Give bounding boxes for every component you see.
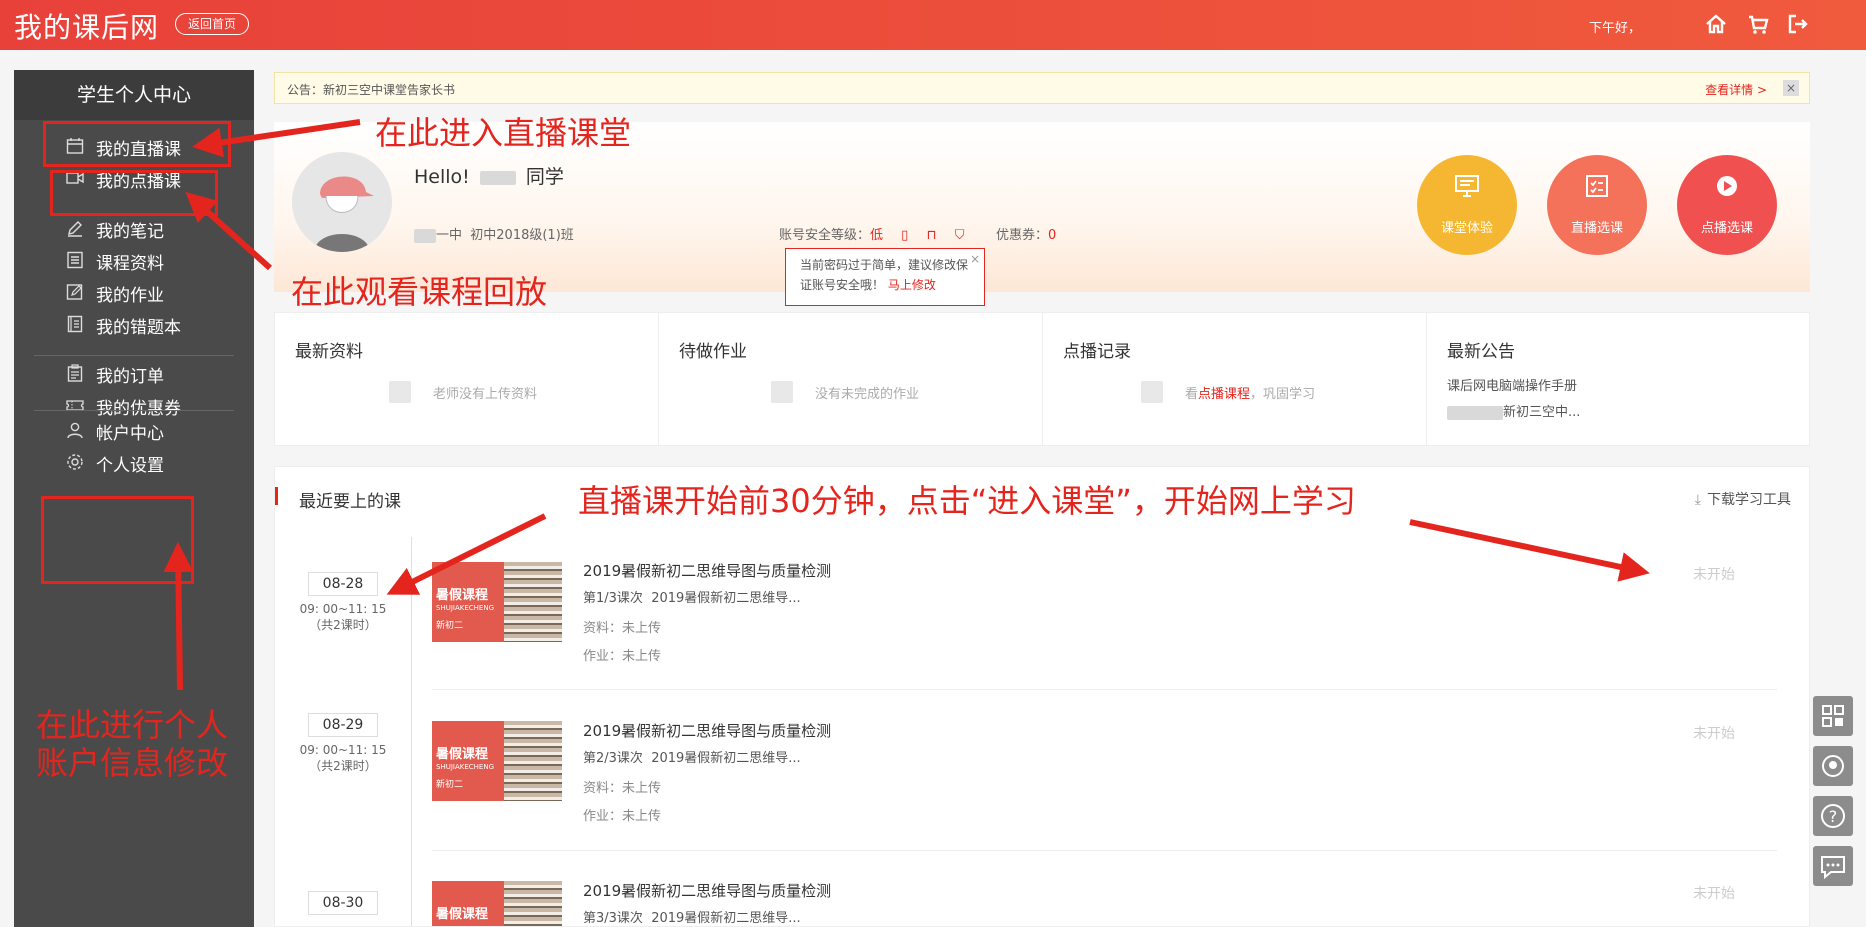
chat-icon bbox=[1821, 856, 1845, 880]
arrow-live bbox=[192, 119, 361, 158]
annotation-replay: 在此观看课程回放 bbox=[291, 273, 548, 311]
annotation-account: 在此进行个人账户信息修改 bbox=[36, 706, 229, 782]
qr-icon bbox=[1822, 705, 1844, 727]
message-button[interactable] bbox=[1813, 846, 1853, 886]
arrow-date bbox=[386, 513, 547, 595]
arrow-vod bbox=[185, 191, 273, 271]
question-icon: ? bbox=[1821, 804, 1845, 828]
annotation-arrows bbox=[163, 119, 1650, 691]
customer-service-button[interactable] bbox=[1813, 746, 1853, 786]
annotation-enter-class: 直播课开始前30分钟，点击“进入课堂”，开始网上学习 bbox=[578, 482, 1356, 520]
help-button[interactable]: ? bbox=[1813, 796, 1853, 836]
arrow-enter-class bbox=[1409, 519, 1650, 582]
arrow-account bbox=[163, 542, 194, 691]
annotation-live: 在此进入直播课堂 bbox=[375, 114, 632, 152]
svg-text:?: ? bbox=[1829, 807, 1838, 826]
headset-icon bbox=[1822, 755, 1844, 777]
qr-code-button[interactable] bbox=[1813, 696, 1853, 736]
